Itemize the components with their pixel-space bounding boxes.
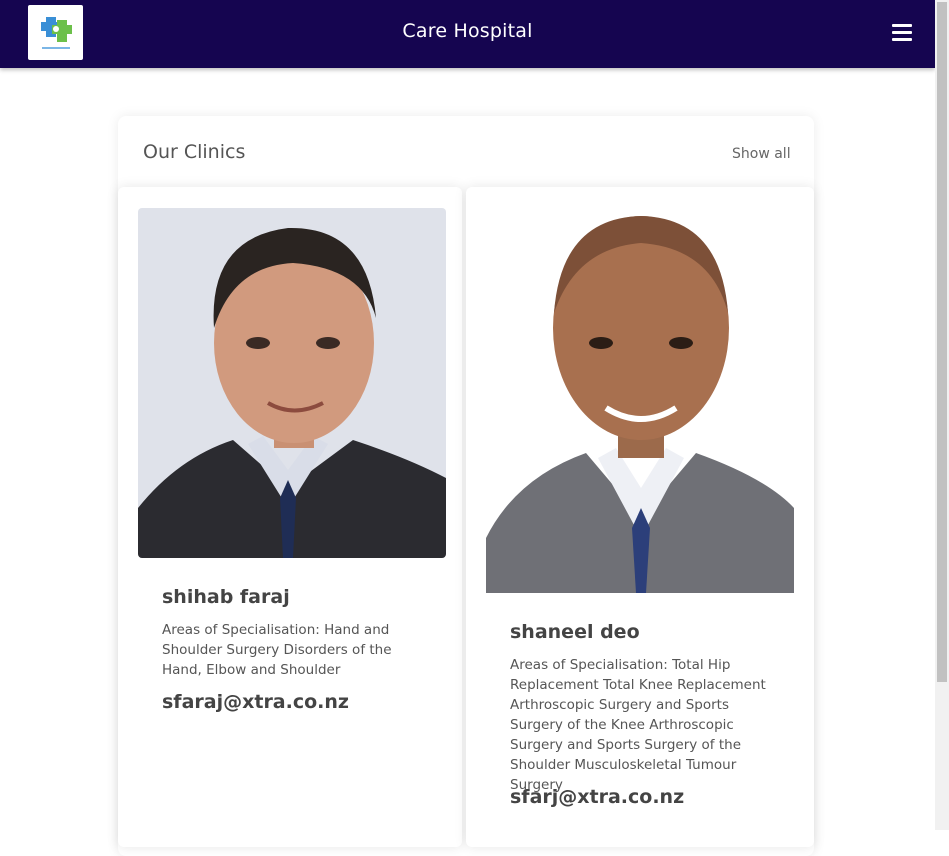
hamburger-menu-icon[interactable] bbox=[892, 24, 912, 42]
doctor-name[interactable]: shihab faraj bbox=[162, 586, 290, 608]
doctor-specialisation: Areas of Specialisation: Hand and Should… bbox=[162, 622, 392, 678]
doctor-photo bbox=[138, 208, 446, 558]
scrollbar[interactable] bbox=[935, 0, 949, 830]
show-all-link[interactable]: Show all bbox=[732, 146, 791, 162]
app-title: Care Hospital bbox=[402, 20, 533, 42]
doctor-email[interactable]: sfaraj@xtra.co.nz bbox=[162, 691, 349, 713]
section-title: Our Clinics bbox=[143, 141, 246, 163]
doctor-specialisation: Areas of Specialisation: Total Hip Repla… bbox=[510, 657, 766, 793]
doctor-photo bbox=[486, 208, 794, 593]
top-navbar: Care Hospital bbox=[0, 0, 935, 68]
scrollbar-thumb[interactable] bbox=[937, 2, 947, 682]
doctor-email[interactable]: sfarj@xtra.co.nz bbox=[510, 786, 684, 808]
doctor-name[interactable]: shaneel deo bbox=[510, 621, 640, 643]
